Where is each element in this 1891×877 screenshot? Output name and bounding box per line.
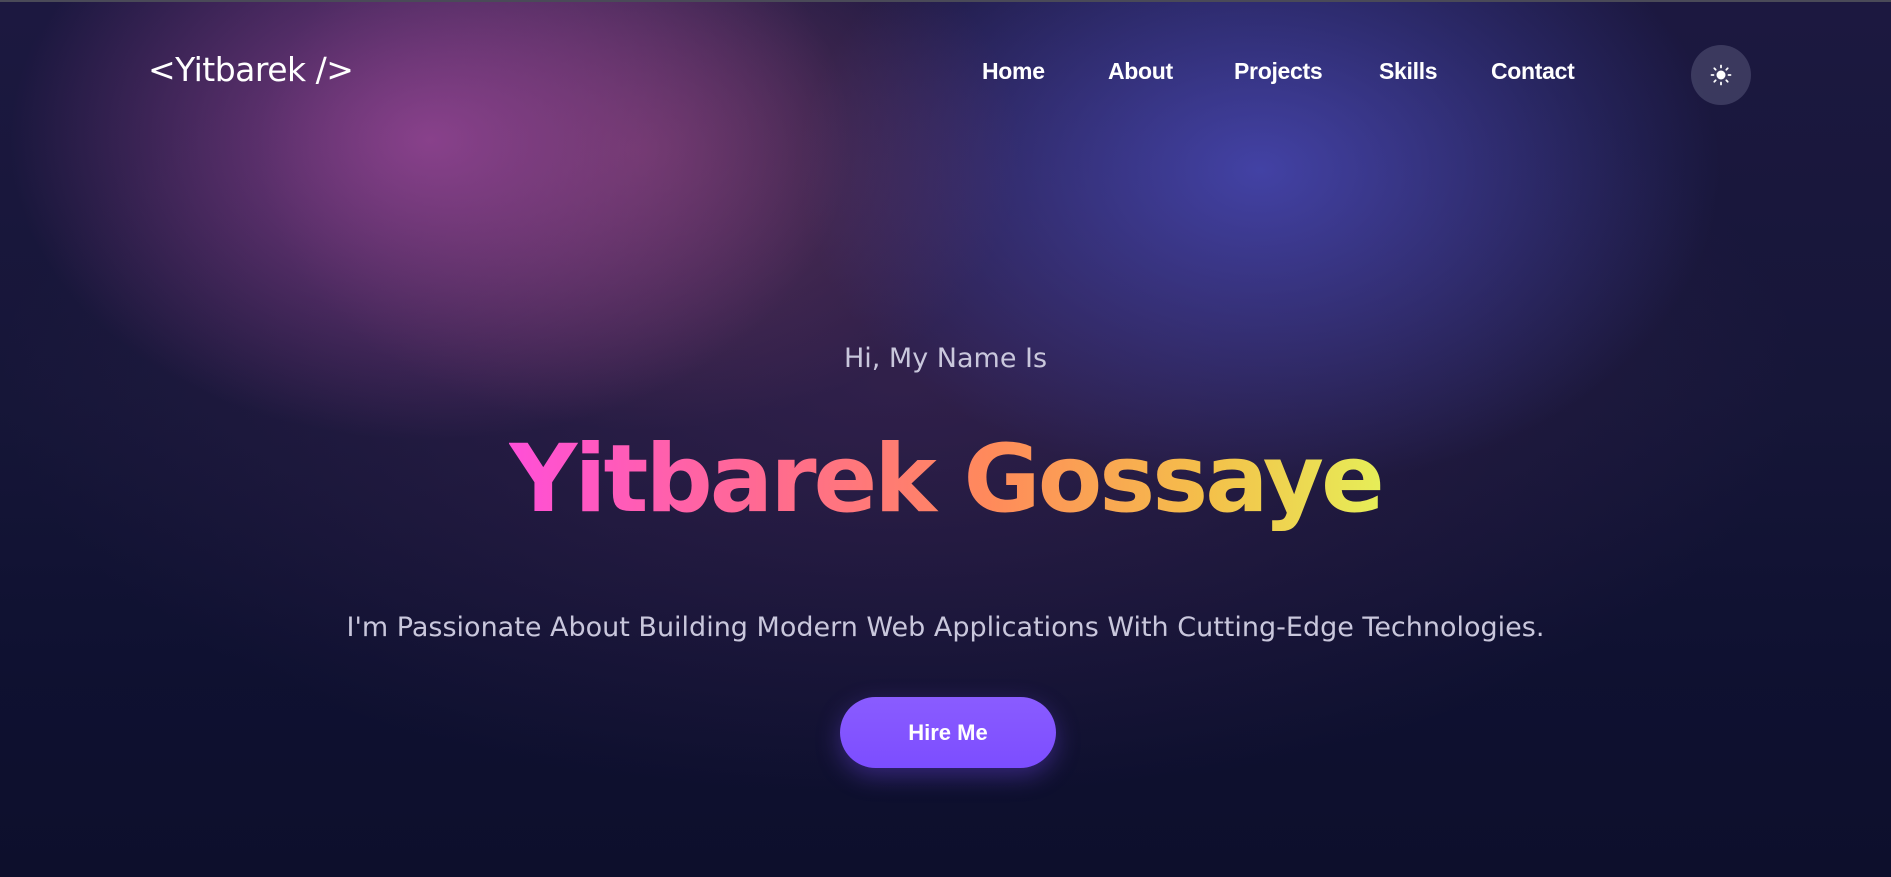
hero-name: Yitbarek Gossaye bbox=[0, 425, 1891, 535]
hero-page: <Yitbarek /> Home About Projects Skills … bbox=[0, 0, 1891, 877]
nav-item-about[interactable]: About bbox=[1108, 58, 1173, 85]
nav-item-projects[interactable]: Projects bbox=[1234, 58, 1323, 85]
window-top-border bbox=[0, 0, 1891, 2]
nav-item-contact[interactable]: Contact bbox=[1491, 58, 1575, 85]
hire-me-button[interactable]: Hire Me bbox=[840, 697, 1056, 768]
hero-name-text: Yitbarek Gossaye bbox=[509, 425, 1384, 534]
nav-item-home[interactable]: Home bbox=[982, 58, 1045, 85]
hero-greeting: Hi, My Name Is bbox=[843, 343, 1048, 374]
site-logo[interactable]: <Yitbarek /> bbox=[148, 50, 354, 89]
nav-item-skills[interactable]: Skills bbox=[1379, 58, 1438, 85]
sun-icon bbox=[1710, 64, 1732, 86]
hero-tagline: I'm Passionate About Building Modern Web… bbox=[346, 612, 1545, 643]
theme-toggle-button[interactable] bbox=[1691, 45, 1751, 105]
